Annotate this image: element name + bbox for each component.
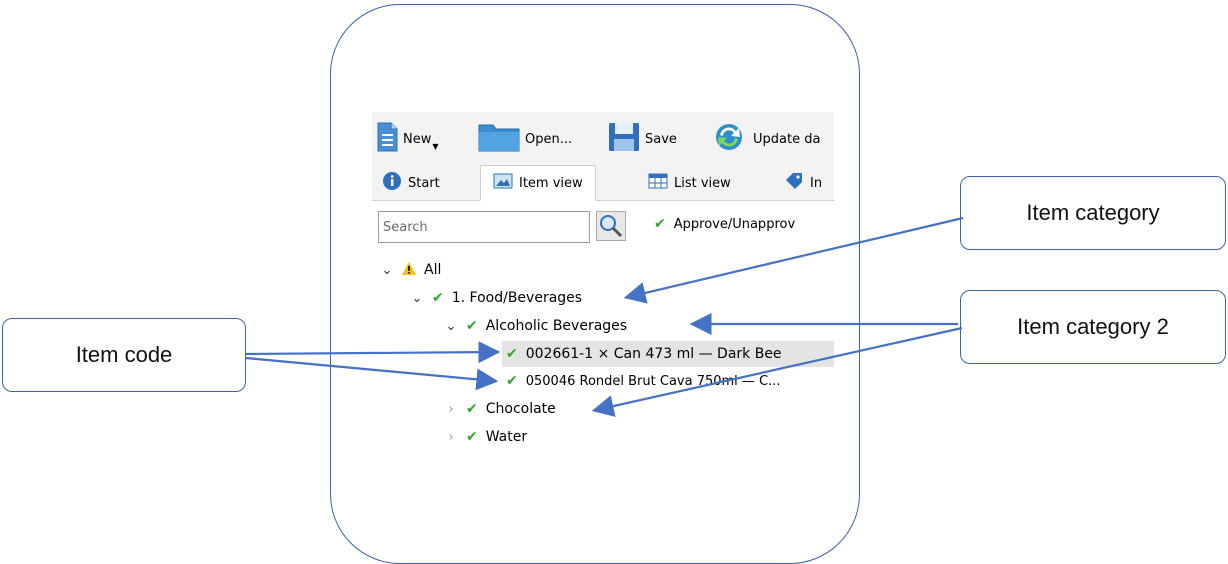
arrow-to-item-2 (245, 356, 499, 391)
arrow-to-food-beverages (623, 216, 964, 304)
annotation-arrows (245, 216, 964, 417)
arrow-to-chocolate (591, 326, 963, 417)
arrow-to-item-1 (245, 341, 501, 364)
